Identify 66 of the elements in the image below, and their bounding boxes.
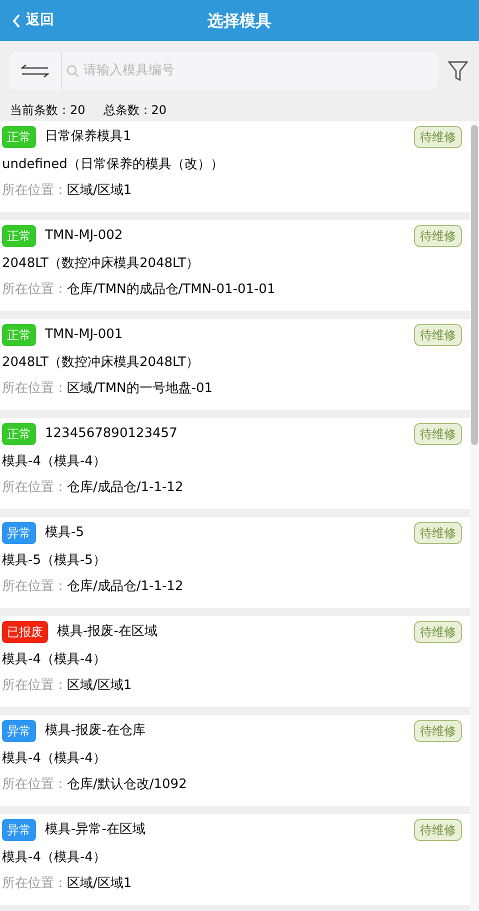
location-value: 区域/区域1	[67, 182, 132, 200]
repair-tag: 待维修	[414, 522, 462, 544]
status-badge: 异常	[2, 819, 36, 841]
status-badge: 异常	[2, 720, 36, 742]
location-label: 所在位置：	[2, 182, 67, 200]
mold-description: 模具-4（模具-4）	[2, 651, 107, 669]
mold-name: TMN-MJ-002	[45, 227, 123, 246]
mold-name: 模具-异常-在区域	[45, 821, 146, 840]
mold-card[interactable]: 正常 日常保养模具1 待维修 undefined（日常保养的模具（改）） 所在位置：区域/区域1	[0, 121, 470, 212]
mold-description: 模具-5（模具-5）	[2, 552, 107, 570]
mold-name: 日常保养模具1	[45, 128, 132, 146]
mold-name: 1234567890123457	[45, 425, 178, 444]
filter-icon	[448, 60, 468, 82]
mold-name: 模具-报废-在仓库	[45, 722, 146, 740]
mold-description: 模具-4（模具-4）	[2, 750, 107, 768]
repair-tag: 待维修	[414, 225, 462, 247]
location-value: 区域/区域1	[67, 874, 132, 892]
mold-card[interactable]: 异常 模具-异常-在区域 待维修 模具-4（模具-4） 所在位置：区域/区域1	[0, 814, 470, 905]
repair-tag: 待维修	[414, 126, 462, 148]
mold-description: 2048LT（数控冲床模具2048LT）	[2, 255, 200, 273]
mold-card[interactable]: 正常 1234567890123457 待维修 模具-4（模具-4） 所在位置：仓库/成品仓/1-1-12	[0, 418, 470, 509]
mold-card[interactable]: 异常 模具-报废-在仓库 待维修 模具-4（模具-4） 所在位置：仓库/默认仓改/1092	[0, 715, 470, 806]
status-badge: 正常	[2, 126, 36, 148]
location-value: 仓库/默认仓改/1092	[67, 776, 187, 794]
location-label: 所在位置：	[2, 380, 67, 398]
location-label: 所在位置：	[2, 578, 67, 596]
mold-card[interactable]: 正常 TMN-MJ-002 待维修 2048LT（数控冲床模具2048LT） 所在位置：仓库/TMN的成品仓/TMN-01-01-01	[0, 220, 470, 311]
mold-description: undefined（日常保养的模具（改））	[2, 156, 224, 174]
status-badge: 异常	[2, 522, 36, 544]
location-value: 仓库/成品仓/1-1-12	[67, 578, 184, 596]
total-count: 总条数：20	[103, 102, 167, 118]
mold-name: 模具-报废-在区域	[57, 623, 158, 642]
search-icon	[66, 64, 80, 78]
location-value: 区域/区域1	[67, 676, 132, 694]
location-value: 仓库/成品仓/1-1-12	[67, 478, 184, 496]
status-badge: 正常	[2, 324, 36, 346]
location-label: 所在位置：	[2, 676, 67, 694]
mold-description: 模具-4（模具-4）	[2, 453, 107, 471]
swap-icon	[21, 64, 49, 78]
mold-name: 模具-5	[45, 524, 84, 542]
search-input[interactable]: 请输入模具编号	[83, 61, 438, 81]
mold-card[interactable]: 已报废 模具-报废-在区域 待维修 模具-4（模具-4） 所在位置：区域/区域1	[0, 616, 470, 707]
repair-tag: 待维修	[414, 324, 462, 346]
repair-tag: 待维修	[414, 423, 462, 445]
mold-description: 模具-4（模具-4）	[2, 849, 107, 867]
page-title: 选择模具	[208, 10, 272, 32]
location-label: 所在位置：	[2, 776, 67, 794]
back-icon	[12, 14, 22, 28]
mold-card[interactable]: 异常 模具-5 待维修 模具-5（模具-5） 所在位置：仓库/成品仓/1-1-12	[0, 517, 470, 608]
mold-card[interactable]: 正常 TMN-MJ-001 待维修 2048LT（数控冲床模具2048LT） 所在位置：区域/TMN的一号地盘-01	[0, 319, 470, 410]
repair-tag: 待维修	[414, 621, 462, 643]
location-label: 所在位置：	[2, 478, 67, 496]
repair-tag: 待维修	[414, 819, 462, 841]
status-badge: 正常	[2, 423, 36, 445]
mold-description: 2048LT（数控冲床模具2048LT）	[2, 354, 200, 372]
location-label: 所在位置：	[2, 280, 67, 298]
location-value: 区域/TMN的一号地盘-01	[67, 380, 212, 398]
mold-name: TMN-MJ-001	[45, 326, 123, 344]
status-badge: 已报废	[2, 621, 48, 643]
location-value: 仓库/TMN的成品仓/TMN-01-01-01	[67, 280, 276, 298]
status-badge: 正常	[2, 225, 36, 247]
current-count: 当前条数：20	[10, 102, 86, 118]
swap-button[interactable]	[9, 52, 62, 90]
repair-tag: 待维修	[414, 720, 462, 742]
search-field[interactable]: 请输入模具编号	[62, 52, 438, 90]
location-label: 所在位置：	[2, 874, 67, 892]
